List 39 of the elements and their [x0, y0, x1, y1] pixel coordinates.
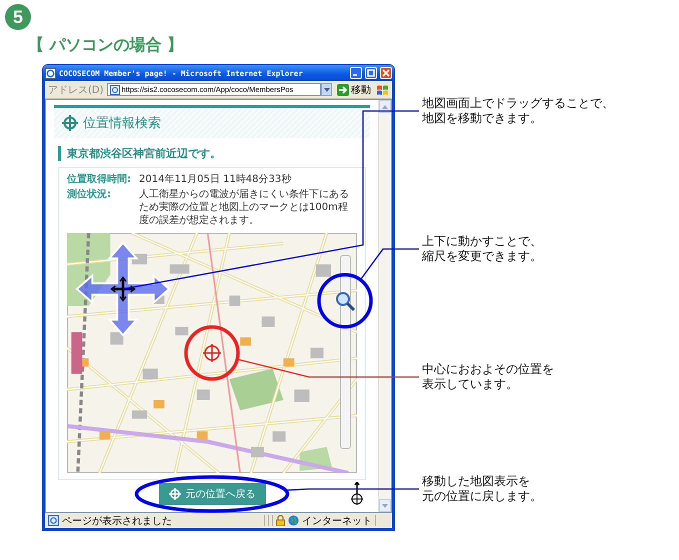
info-label: 測位状況: — [67, 188, 112, 202]
page-icon — [48, 515, 59, 526]
address-label: アドレス(D) — [48, 84, 104, 96]
windows-logo-icon — [376, 84, 389, 96]
crosshair-icon — [168, 488, 180, 500]
caret-icon — [382, 104, 388, 108]
close-icon — [382, 69, 390, 77]
callout-text: 移動した地図表示を 元の位置に戻します。 — [422, 474, 542, 504]
go-button[interactable]: 移動 — [335, 82, 373, 96]
caret-icon — [324, 88, 330, 92]
go-arrow-icon — [337, 84, 349, 96]
lock-icon — [276, 515, 285, 526]
step-number: 5 — [5, 4, 31, 30]
info-label: 位置取得時間: — [67, 173, 131, 186]
dropdown-button[interactable] — [321, 83, 332, 96]
section-title: 位置情報検索 — [83, 115, 161, 132]
section-heading: 【 パソコンの場合 】 — [28, 35, 184, 54]
globe-icon — [288, 515, 299, 526]
status-text: ページが表示されました — [62, 514, 173, 528]
maximize-icon — [367, 69, 375, 77]
scroll-up-button[interactable] — [379, 100, 391, 113]
browser-icon — [45, 68, 56, 78]
zone-label: インターネット — [302, 514, 372, 528]
callout-text: 上下に動かすことで、 縮尺を変更できます。 — [422, 234, 542, 264]
info-value: 人工衛星からの電波が届きにくい条件下にあるため実際の位置と地図上のマークとは100m程度の誤差が想定されます。 — [139, 188, 350, 227]
maximize-button[interactable] — [365, 67, 377, 79]
location-heading: 東京都渋谷区神宮前近辺です。 — [58, 146, 366, 161]
move-arrows-icon — [75, 241, 171, 337]
caret-icon — [382, 504, 388, 508]
crosshair-icon — [62, 115, 78, 131]
callout-text: 中心におおよその位置を 表示しています。 — [422, 362, 554, 392]
info-value: 2014年11月05日 11時48分33秒 — [139, 173, 292, 186]
north-arrow-icon — [350, 482, 364, 506]
callout-text: 地図画面上でドラッグすることで、 地図を移動できます。 — [422, 96, 614, 126]
magnifier-icon[interactable] — [335, 290, 355, 311]
close-button[interactable] — [380, 67, 392, 79]
location-marker-icon — [202, 343, 222, 363]
minimize-button[interactable] — [350, 67, 362, 79]
page-icon — [110, 84, 120, 94]
